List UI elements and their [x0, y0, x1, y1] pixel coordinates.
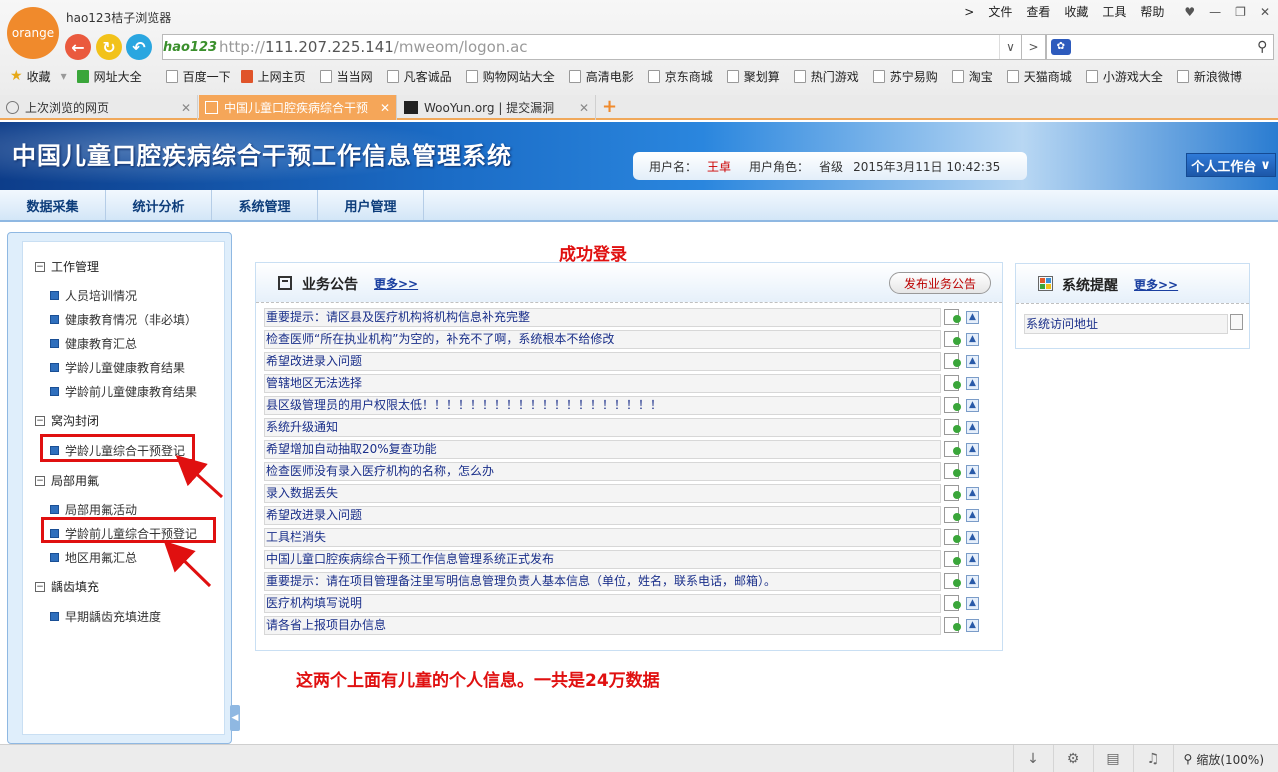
notice-row: 管辖地区无法选择 ▲	[264, 374, 994, 393]
notice-link[interactable]: 检查医师“所在执业机构”为空的，补充不了啊，系统根本不给修改	[264, 330, 941, 349]
notice-icon	[278, 276, 292, 290]
top-icon[interactable]: ▲	[966, 553, 979, 566]
top-icon[interactable]: ▲	[966, 597, 979, 610]
view-icon[interactable]	[944, 529, 961, 545]
reminder-link[interactable]: 系统访问地址	[1024, 314, 1228, 334]
status-bar: ↓ ⚙ ▤ ♫ ⚲ 缩放(100%)	[0, 744, 1278, 772]
notice-row: 录入数据丢失 ▲	[264, 484, 994, 503]
notice-row: 检查医师“所在执业机构”为空的，补充不了啊，系统根本不给修改 ▲	[264, 330, 994, 349]
status-icons: ↓ ⚙ ▤ ♫ ⚲ 缩放(100%)	[1012, 745, 1272, 772]
top-icon[interactable]: ▲	[966, 377, 979, 390]
screen-icon[interactable]: ▤	[1092, 745, 1133, 772]
zoom-icon: ⚲	[1183, 752, 1193, 766]
top-icon[interactable]: ▲	[966, 509, 979, 522]
notice-link[interactable]: 县区级管理员的用户权限太低！！！！！！！！！！！！！！！！！！！！	[264, 396, 941, 415]
top-icon[interactable]: ▲	[966, 355, 979, 368]
reminder-header: 系统提醒 更多>>	[1016, 264, 1249, 304]
view-icon[interactable]	[944, 463, 961, 479]
top-icon[interactable]: ▲	[966, 443, 979, 456]
notice-link[interactable]: 医疗机构填写说明	[264, 594, 941, 613]
notice-row: 系统升级通知 ▲	[264, 418, 994, 437]
notice-row: 重要提示：请在项目管理备注里写明信息管理负责人基本信息（单位，姓名，联系电话，邮…	[264, 572, 994, 591]
notice-row: 工具栏消失 ▲	[264, 528, 994, 547]
top-icon[interactable]: ▲	[966, 531, 979, 544]
top-icon[interactable]: ▲	[966, 619, 979, 632]
top-icon[interactable]: ▲	[966, 399, 979, 412]
notice-link[interactable]: 录入数据丢失	[264, 484, 941, 503]
notice-row: 希望改进录入问题 ▲	[264, 506, 994, 525]
view-icon[interactable]	[944, 573, 961, 589]
notice-row: 请各省上报项目办信息 ▲	[264, 616, 994, 635]
notice-panel: 业务公告 更多>> 发布业务公告 重要提示：请区县及医疗机构将机构信息补充完整 ▲…	[255, 262, 1003, 651]
reminder-title: 系统提醒	[1062, 278, 1118, 294]
notice-link[interactable]: 希望改进录入问题	[264, 506, 941, 525]
notice-link[interactable]: 重要提示：请在项目管理备注里写明信息管理负责人基本信息（单位，姓名，联系电话，邮…	[264, 572, 941, 591]
view-icon[interactable]	[944, 485, 961, 501]
document-icon[interactable]	[1230, 314, 1243, 330]
view-icon[interactable]	[944, 353, 961, 369]
notice-link[interactable]: 系统升级通知	[264, 418, 941, 437]
notice-more-link[interactable]: 更多>>	[374, 275, 418, 292]
view-icon[interactable]	[944, 551, 961, 567]
reminder-more-link[interactable]: 更多>>	[1134, 276, 1178, 293]
notice-title: 业务公告	[302, 277, 358, 293]
notice-row: 检查医师没有录入医疗机构的名称，怎么办 ▲	[264, 462, 994, 481]
arrow-icon	[163, 540, 212, 588]
notice-link[interactable]: 希望增加自动抽取20%复查功能	[264, 440, 941, 459]
notice-link[interactable]: 工具栏消失	[264, 528, 941, 547]
view-icon[interactable]	[944, 375, 961, 391]
download-icon[interactable]: ↓	[1012, 745, 1053, 772]
settings-icon[interactable]: ⚙	[1052, 745, 1093, 772]
view-icon[interactable]	[944, 309, 961, 325]
notice-row: 希望改进录入问题 ▲	[264, 352, 994, 371]
view-icon[interactable]	[944, 617, 961, 633]
zoom-control[interactable]: ⚲ 缩放(100%)	[1172, 745, 1272, 772]
arrow-icon	[175, 454, 224, 499]
top-icon[interactable]: ▲	[966, 487, 979, 500]
volume-icon[interactable]: ♫	[1132, 745, 1173, 772]
view-icon[interactable]	[944, 331, 961, 347]
view-icon[interactable]	[944, 397, 961, 413]
reminder-icon	[1038, 276, 1053, 291]
notice-link[interactable]: 检查医师没有录入医疗机构的名称，怎么办	[264, 462, 941, 481]
data-note: 这两个上面有儿童的个人信息。一共是24万数据	[296, 671, 660, 691]
view-icon[interactable]	[944, 441, 961, 457]
reminder-panel: 系统提醒 更多>> 系统访问地址	[1015, 263, 1250, 349]
notice-link[interactable]: 重要提示：请区县及医疗机构将机构信息补充完整	[264, 308, 941, 327]
notice-row: 医疗机构填写说明 ▲	[264, 594, 994, 613]
top-icon[interactable]: ▲	[966, 333, 979, 346]
publish-notice-button[interactable]: 发布业务公告	[889, 272, 991, 294]
notice-row: 中国儿童口腔疾病综合干预工作信息管理系统正式发布 ▲	[264, 550, 994, 569]
notice-link[interactable]: 请各省上报项目办信息	[264, 616, 941, 635]
view-icon[interactable]	[944, 419, 961, 435]
top-icon[interactable]: ▲	[966, 311, 979, 324]
notice-link[interactable]: 管辖地区无法选择	[264, 374, 941, 393]
notice-row: 希望增加自动抽取20%复查功能 ▲	[264, 440, 994, 459]
zoom-label: 缩放(100%)	[1196, 752, 1264, 767]
view-icon[interactable]	[944, 595, 961, 611]
notice-header: 业务公告 更多>> 发布业务公告	[256, 263, 1002, 303]
notice-link[interactable]: 希望改进录入问题	[264, 352, 941, 371]
top-icon[interactable]: ▲	[966, 465, 979, 478]
notice-link[interactable]: 中国儿童口腔疾病综合干预工作信息管理系统正式发布	[264, 550, 941, 569]
notice-row: 重要提示：请区县及医疗机构将机构信息补充完整 ▲	[264, 308, 994, 327]
notice-row: 县区级管理员的用户权限太低！！！！！！！！！！！！！！！！！！！！ ▲	[264, 396, 994, 415]
view-icon[interactable]	[944, 507, 961, 523]
top-icon[interactable]: ▲	[966, 421, 979, 434]
top-icon[interactable]: ▲	[966, 575, 979, 588]
